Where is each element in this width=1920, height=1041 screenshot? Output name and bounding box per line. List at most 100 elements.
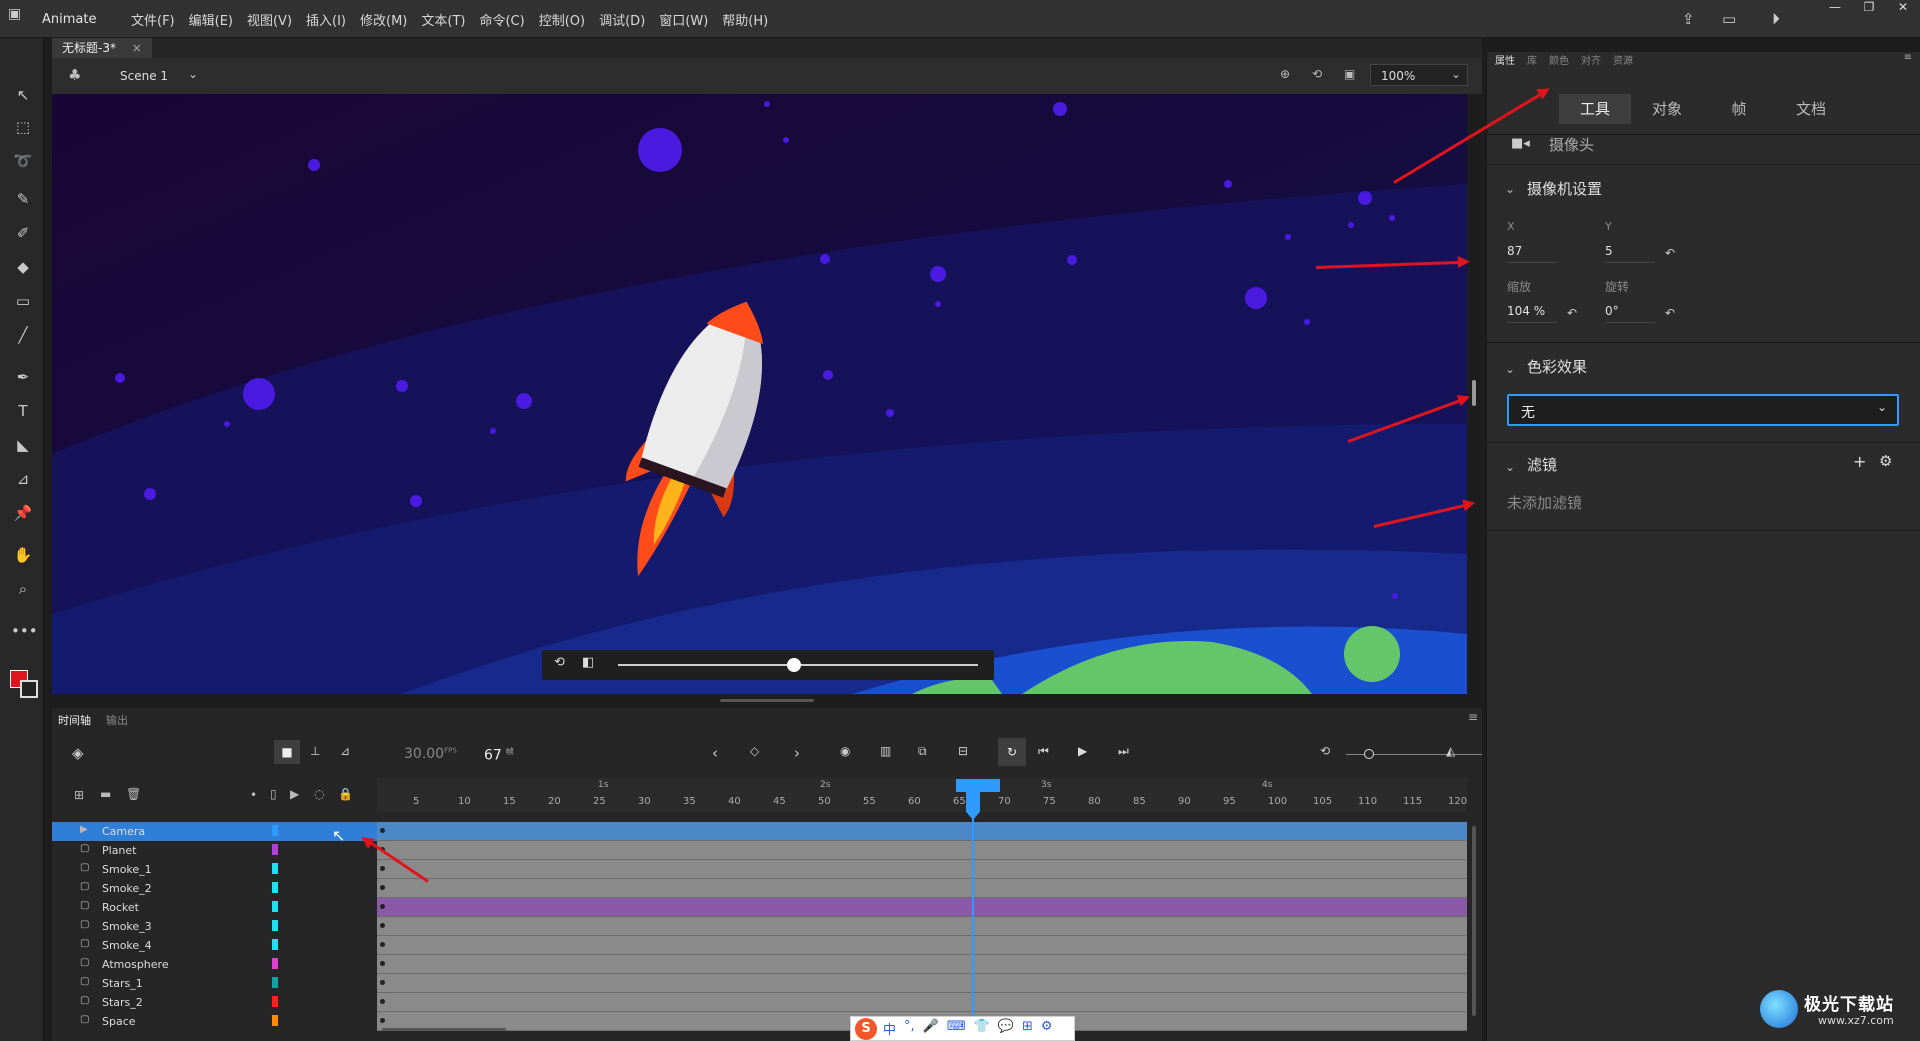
- scale-field[interactable]: 104 %: [1507, 304, 1557, 323]
- keyframe[interactable]: [380, 942, 385, 947]
- step-forward-icon[interactable]: ⏭: [1118, 744, 1129, 759]
- layer-row[interactable]: ▢ Atmosphere: [52, 955, 377, 974]
- color-effect-select[interactable]: 无 ⌄: [1507, 394, 1899, 426]
- ime-button[interactable]: ⌨: [947, 1019, 966, 1038]
- x-field[interactable]: 87: [1507, 244, 1557, 263]
- chevron-down-icon[interactable]: ⌄: [1505, 362, 1515, 376]
- clip-icon[interactable]: ▣: [1344, 67, 1355, 81]
- test-movie-icon[interactable]: ⏵: [1772, 9, 1780, 29]
- layer-color-swatch[interactable]: [272, 882, 278, 893]
- menu-item[interactable]: 命令(C): [472, 10, 531, 29]
- graph-icon[interactable]: ⊿: [340, 744, 350, 758]
- timeline-scrollbar[interactable]: [1472, 826, 1476, 1016]
- play-icon[interactable]: ▶: [1078, 744, 1087, 758]
- edit-multiple-icon[interactable]: ▥: [880, 744, 891, 758]
- layer-color-swatch[interactable]: [272, 977, 278, 988]
- keyframe[interactable]: [380, 828, 385, 833]
- tab-object[interactable]: 对象: [1631, 94, 1703, 124]
- panel-tab[interactable]: 对齐: [1581, 52, 1601, 68]
- hand-icon[interactable]: ✋: [11, 544, 35, 566]
- ime-button[interactable]: 💬: [998, 1019, 1014, 1038]
- keyframe[interactable]: [380, 923, 385, 928]
- new-layer-icon[interactable]: ⊞: [74, 788, 84, 802]
- selection-tool-icon[interactable]: ↖: [11, 84, 35, 106]
- layer-name[interactable]: Smoke_4: [102, 939, 152, 952]
- panel-tab[interactable]: 资源: [1613, 52, 1633, 68]
- chevron-down-icon[interactable]: ⌄: [1877, 400, 1887, 414]
- layers-icon[interactable]: ◈: [72, 744, 84, 762]
- playhead[interactable]: [972, 792, 974, 1032]
- scene-name[interactable]: Scene 1: [120, 69, 168, 83]
- lock-icon[interactable]: 🔒: [338, 787, 353, 801]
- delete-layer-icon[interactable]: 🗑: [126, 787, 141, 801]
- pin-icon[interactable]: 📌: [11, 502, 35, 524]
- symbol-icon[interactable]: ♣: [68, 66, 81, 84]
- layer-row[interactable]: ▢ Rocket: [52, 898, 377, 917]
- layer-color-swatch[interactable]: [272, 825, 278, 836]
- layer-name[interactable]: Smoke_3: [102, 920, 152, 933]
- ime-button[interactable]: ⊞: [1022, 1019, 1033, 1038]
- paint-bucket-icon[interactable]: ◣: [11, 434, 35, 456]
- camera-rotate-icon[interactable]: ⟲: [554, 655, 565, 670]
- center-stage-icon[interactable]: ⊕: [1280, 67, 1290, 81]
- panel-menu-icon[interactable]: ≡: [1468, 710, 1478, 724]
- free-transform-icon[interactable]: ⬚: [11, 116, 35, 138]
- tab-output[interactable]: 输出: [106, 712, 128, 728]
- next-keyframe-icon[interactable]: ›: [794, 744, 800, 762]
- menu-item[interactable]: 文件(F): [124, 10, 182, 29]
- reset-scale-icon[interactable]: ↶: [1567, 306, 1577, 320]
- layer-row[interactable]: ▢ Space: [52, 1012, 377, 1031]
- menu-item[interactable]: 窗口(W): [652, 10, 715, 29]
- paint-brush-icon[interactable]: ✎: [11, 188, 35, 210]
- add-filter-icon[interactable]: +: [1853, 452, 1866, 471]
- ime-button[interactable]: 👕: [974, 1019, 990, 1038]
- timeline-zoom-thumb[interactable]: [1364, 749, 1374, 759]
- ime-button[interactable]: ⚙: [1041, 1019, 1053, 1038]
- chevron-down-icon[interactable]: ⌄: [188, 67, 198, 81]
- highlight-icon[interactable]: •: [250, 788, 257, 802]
- chevron-down-icon[interactable]: ⌄: [1505, 460, 1515, 474]
- workspace-icon[interactable]: ▣: [8, 6, 34, 32]
- insert-keyframe-icon[interactable]: ◇: [750, 744, 759, 758]
- close-window-icon[interactable]: ✕: [1886, 0, 1920, 18]
- reset-rotation-icon[interactable]: ↶: [1665, 306, 1675, 320]
- document-tab[interactable]: 无标题-3* ×: [52, 38, 152, 58]
- layer-row[interactable]: ▢ Stars_2: [52, 993, 377, 1012]
- fps-value[interactable]: 30.00FPS: [404, 746, 457, 762]
- sogou-icon[interactable]: S: [855, 1017, 877, 1040]
- layer-color-swatch[interactable]: [272, 901, 278, 912]
- stage-scrollbar[interactable]: [1472, 380, 1476, 406]
- frame-span[interactable]: [377, 917, 1467, 936]
- layer-name[interactable]: Atmosphere: [102, 958, 169, 971]
- frame-span[interactable]: [377, 898, 1467, 917]
- filter-settings-icon[interactable]: ⚙: [1879, 452, 1892, 470]
- layer-name[interactable]: Stars_1: [102, 977, 143, 990]
- menu-item[interactable]: 编辑(E): [182, 10, 240, 29]
- reset-position-icon[interactable]: ↶: [1665, 246, 1675, 260]
- prev-keyframe-icon[interactable]: ‹: [712, 744, 718, 762]
- frame-span[interactable]: [377, 841, 1467, 860]
- share-icon[interactable]: ⇪: [1682, 10, 1695, 28]
- keyframe[interactable]: [380, 999, 385, 1004]
- fit-frames-icon[interactable]: ◭: [1446, 744, 1455, 758]
- menu-item[interactable]: 视图(V): [240, 10, 299, 29]
- ime-button[interactable]: 🎤: [923, 1019, 939, 1038]
- keyframe[interactable]: [380, 904, 385, 909]
- panel-splitter[interactable]: [720, 699, 814, 702]
- keyframe[interactable]: [380, 1018, 385, 1023]
- restore-icon[interactable]: ❐: [1852, 0, 1886, 18]
- layer-color-swatch[interactable]: [272, 863, 278, 874]
- rectangle-icon[interactable]: ▭: [11, 290, 35, 312]
- center-frame-icon[interactable]: ⊟: [958, 744, 968, 758]
- frame-span[interactable]: [377, 936, 1467, 955]
- menu-item[interactable]: 控制(O): [532, 10, 592, 29]
- layer-row[interactable]: ▶ Camera: [52, 822, 377, 841]
- layout-icon[interactable]: ▭: [1722, 10, 1736, 28]
- keyframe[interactable]: [380, 885, 385, 890]
- visibility-icon[interactable]: ◌: [314, 787, 324, 801]
- close-tab-icon[interactable]: ×: [132, 41, 142, 55]
- new-folder-icon[interactable]: ▬: [100, 787, 111, 801]
- layer-name[interactable]: Planet: [102, 844, 136, 857]
- panel-tab[interactable]: 颜色: [1549, 52, 1569, 68]
- keyframe[interactable]: [380, 866, 385, 871]
